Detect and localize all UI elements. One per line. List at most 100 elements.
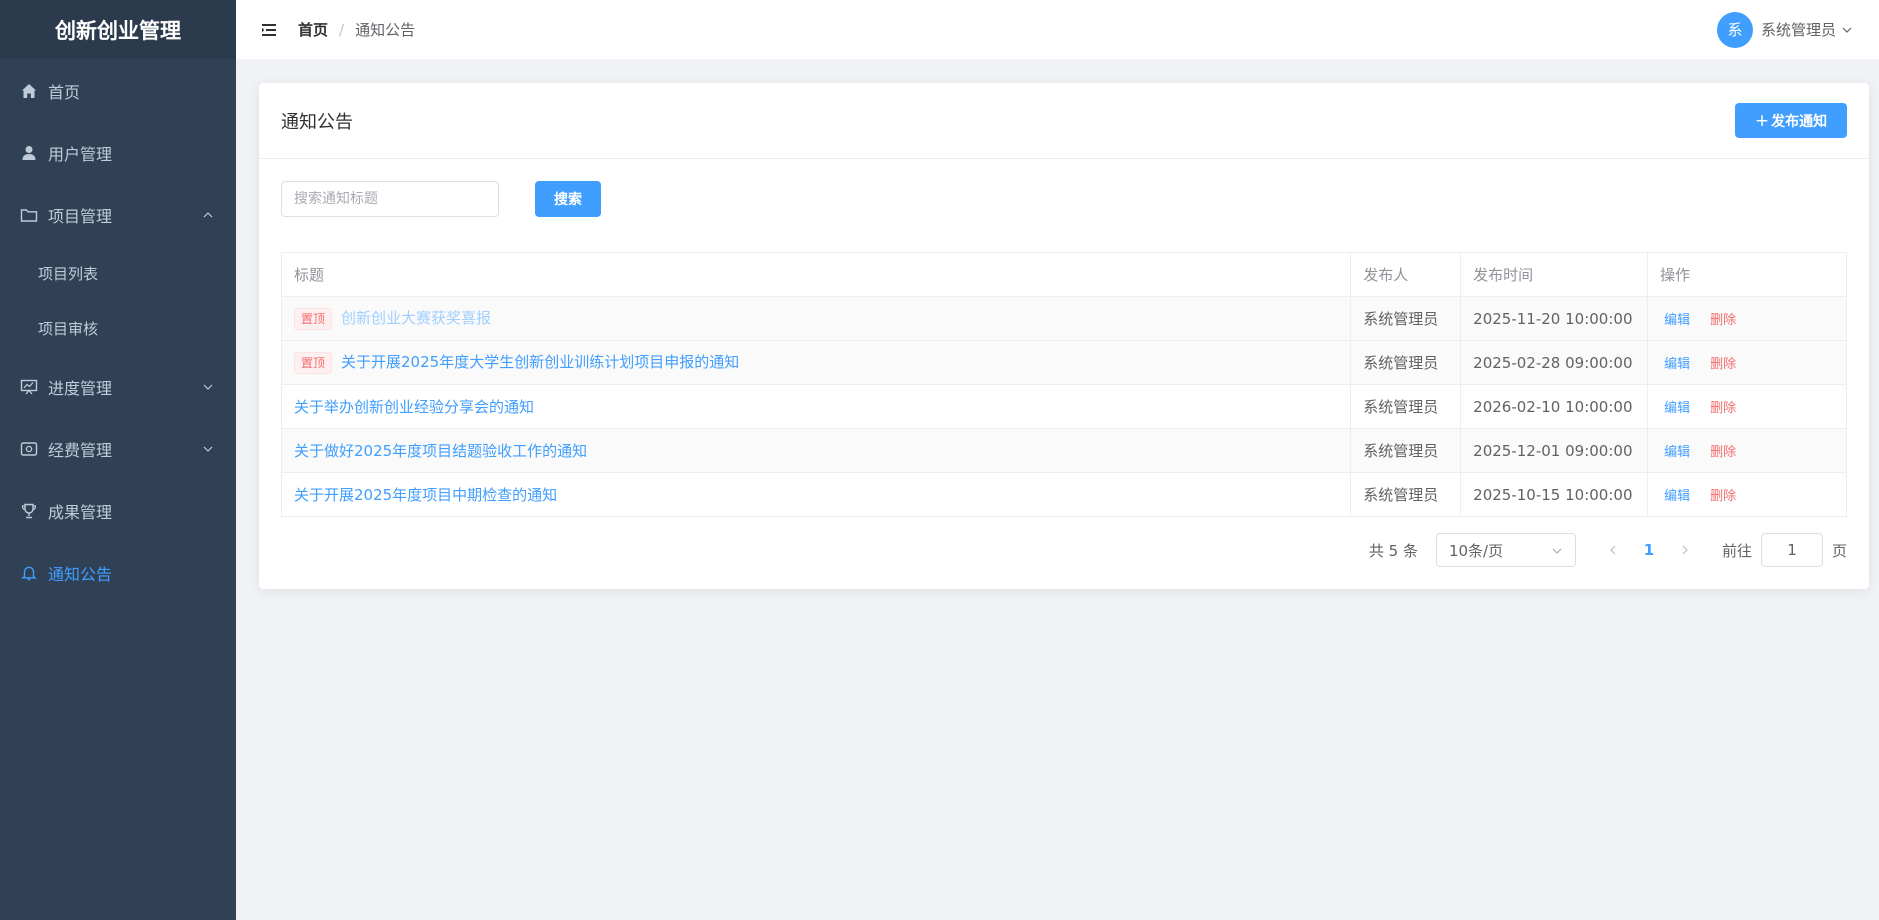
sidebar: 创新创业管理 首页 用户管理 项目管理 项目列表 项目审核 进度管理 经费管理 <box>0 0 236 920</box>
goto-page-input[interactable] <box>1760 533 1823 567</box>
sidebar-subitem-project-review[interactable]: 项目审核 <box>0 301 236 356</box>
notice-title-cell[interactable]: 关于做好2025年度项目结题验收工作的通知 <box>280 428 1352 473</box>
actions-cell: 编辑 删除 <box>1647 296 1847 341</box>
sidebar-item-projects[interactable]: 项目管理 <box>0 184 236 246</box>
breadcrumb-current: 通知公告 <box>355 21 416 39</box>
publisher-cell: 系统管理员 <box>1350 428 1462 473</box>
sidebar-item-label: 通知公告 <box>48 565 113 584</box>
edit-button[interactable]: 编辑 <box>1664 401 1690 416</box>
actions-cell: 编辑 删除 <box>1647 428 1847 473</box>
sidebar-subitem-project-list[interactable]: 项目列表 <box>0 246 236 301</box>
search-input[interactable] <box>281 181 499 217</box>
edit-button[interactable]: 编辑 <box>1664 445 1690 460</box>
actions-cell: 编辑 删除 <box>1647 472 1847 517</box>
table-row: 关于开展2025年度项目中期检查的通知 系统管理员 2025-10-15 10:… <box>280 472 1847 517</box>
sidebar-item-achievements[interactable]: 成果管理 <box>0 480 236 542</box>
app-logo: 创新创业管理 <box>0 0 236 59</box>
sidebar-item-funds[interactable]: 经费管理 <box>0 418 236 480</box>
chevron-down-icon <box>1552 548 1562 554</box>
column-header-actions: 操作 <box>1647 252 1847 297</box>
notice-title[interactable]: 创新创业大赛获奖喜报 <box>341 309 491 327</box>
time-cell: 2025-11-20 10:00:00 <box>1460 296 1649 341</box>
sidebar-item-label: 首页 <box>48 82 81 102</box>
notice-title[interactable]: 关于开展2025年度项目中期检查的通知 <box>294 486 557 504</box>
table-row: 关于举办创新创业经验分享会的通知 系统管理员 2026-02-10 10:00:… <box>280 384 1847 429</box>
notice-title[interactable]: 关于做好2025年度项目结题验收工作的通知 <box>294 442 587 460</box>
delete-button[interactable]: 删除 <box>1710 445 1736 460</box>
total-count: 共 5 条 <box>1368 541 1418 560</box>
publisher-cell: 系统管理员 <box>1350 340 1462 385</box>
chevron-down-icon <box>203 384 213 390</box>
sidebar-item-label: 经费管理 <box>48 441 113 460</box>
delete-button[interactable]: 删除 <box>1710 489 1736 504</box>
top-header: 首页 / 通知公告 系 系统管理员 <box>236 0 1879 59</box>
avatar[interactable]: 系 <box>1716 11 1753 48</box>
pagination: 共 5 条 10条/页 1 前往 页 <box>1369 533 1847 567</box>
goto-label: 前往 <box>1721 541 1752 560</box>
sidebar-item-progress[interactable]: 进度管理 <box>0 356 236 418</box>
bell-icon <box>20 564 38 582</box>
notice-title-cell[interactable]: 置顶 关于开展2025年度大学生创新创业训练计划项目申报的通知 <box>280 340 1352 385</box>
chevron-down-icon[interactable] <box>1841 24 1853 36</box>
edit-button[interactable]: 编辑 <box>1664 489 1690 504</box>
column-header-publisher: 发布人 <box>1350 252 1462 297</box>
breadcrumb: 首页 / 通知公告 <box>298 19 415 40</box>
progress-icon <box>20 378 38 396</box>
search-row: 搜索 <box>281 181 601 217</box>
pinned-badge: 置顶 <box>294 351 333 374</box>
sidebar-item-home[interactable]: 首页 <box>0 59 236 122</box>
time-cell: 2025-12-01 09:00:00 <box>1460 428 1649 473</box>
user-menu[interactable]: 系 系统管理员 <box>1716 0 1853 59</box>
sidebar-item-users[interactable]: 用户管理 <box>0 122 236 184</box>
table-row: 置顶 关于开展2025年度大学生创新创业训练计划项目申报的通知 系统管理员 202… <box>280 340 1847 385</box>
table-row: 关于做好2025年度项目结题验收工作的通知 系统管理员 2025-12-01 0… <box>280 428 1847 473</box>
publisher-cell: 系统管理员 <box>1350 296 1462 341</box>
search-button[interactable]: 搜索 <box>535 181 601 217</box>
page-size-select[interactable]: 10条/页 <box>1435 533 1576 567</box>
delete-button[interactable]: 删除 <box>1710 401 1736 416</box>
delete-button[interactable]: 删除 <box>1710 357 1736 372</box>
trophy-icon <box>20 502 38 520</box>
user-name[interactable]: 系统管理员 <box>1761 19 1836 40</box>
page-title: 通知公告 <box>281 111 353 133</box>
time-cell: 2026-02-10 10:00:00 <box>1460 384 1649 429</box>
publisher-cell: 系统管理员 <box>1350 472 1462 517</box>
plus-icon: + <box>1754 110 1770 131</box>
home-icon <box>20 82 38 100</box>
notice-title-cell[interactable]: 关于开展2025年度项目中期检查的通知 <box>280 472 1352 517</box>
notice-title-cell[interactable]: 关于举办创新创业经验分享会的通知 <box>280 384 1352 429</box>
breadcrumb-home[interactable]: 首页 <box>298 19 328 40</box>
chevron-down-icon <box>203 446 213 452</box>
publish-notice-label: 发布通知 <box>1771 113 1828 130</box>
sidebar-item-notices[interactable]: 通知公告 <box>0 542 236 604</box>
notice-card: 通知公告 + 发布通知 搜索 标题 发布人 发布时间 操作 置顶创新创业大赛获奖… <box>259 83 1869 589</box>
pinned-badge: 置顶 <box>294 307 333 330</box>
notice-title-cell[interactable]: 置顶 创新创业大赛获奖喜报 <box>280 296 1352 341</box>
delete-button[interactable]: 删除 <box>1710 313 1736 328</box>
actions-cell: 编辑 删除 <box>1647 340 1847 385</box>
edit-button[interactable]: 编辑 <box>1664 357 1690 372</box>
money-icon <box>20 440 38 458</box>
page-number[interactable]: 1 <box>1634 541 1664 559</box>
sidebar-item-label: 成果管理 <box>48 503 113 522</box>
edit-button[interactable]: 编辑 <box>1664 313 1690 328</box>
card-header: 通知公告 + 发布通知 <box>259 83 1869 159</box>
column-header-title: 标题 <box>280 252 1352 297</box>
next-page-button[interactable] <box>1670 535 1700 565</box>
time-cell: 2025-10-15 10:00:00 <box>1460 472 1649 517</box>
menu-toggle-icon[interactable] <box>260 21 278 39</box>
sidebar-item-label: 进度管理 <box>48 379 113 398</box>
prev-page-button[interactable] <box>1598 535 1628 565</box>
publisher-cell: 系统管理员 <box>1350 384 1462 429</box>
page-size-value: 10条/页 <box>1448 541 1504 560</box>
sidebar-item-label: 项目管理 <box>48 207 113 226</box>
notice-title[interactable]: 关于举办创新创业经验分享会的通知 <box>294 398 534 416</box>
publish-notice-button[interactable]: + 发布通知 <box>1735 103 1847 138</box>
table-row: 置顶 创新创业大赛获奖喜报 系统管理员 2025-11-20 10:00:00 编… <box>280 296 1847 341</box>
column-header-time: 发布时间 <box>1460 252 1649 297</box>
page-suffix: 页 <box>1831 541 1847 560</box>
notice-title[interactable]: 关于开展2025年度大学生创新创业训练计划项目申报的通知 <box>341 353 739 371</box>
notice-table: 标题 发布人 发布时间 操作 置顶 创新创业大赛获奖喜报 系统管理员 2025-1… <box>280 252 1847 517</box>
chevron-right-icon <box>1682 545 1688 555</box>
table-header-row: 标题 发布人 发布时间 操作 <box>280 252 1847 297</box>
